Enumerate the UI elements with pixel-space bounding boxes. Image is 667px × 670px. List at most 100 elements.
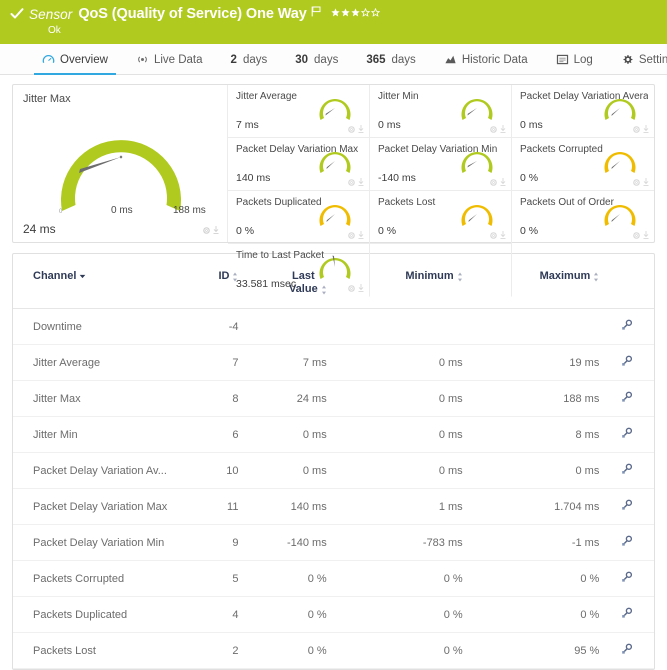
- gauge-tools[interactable]: [490, 125, 506, 133]
- star-filled-icon[interactable]: [341, 8, 350, 17]
- gauge-packet-delay-variation-average[interactable]: Packet Delay Variation Average 0 ms: [512, 85, 654, 138]
- cell-id: 5: [167, 561, 238, 597]
- wrench-icon[interactable]: [621, 319, 633, 331]
- download-icon[interactable]: [500, 231, 506, 239]
- gauge-jitter-min[interactable]: Jitter Min 0 ms: [370, 85, 512, 138]
- cell-channel: Packet Delay Variation Min: [13, 525, 167, 561]
- tab-2-days[interactable]: 2 days: [217, 44, 282, 75]
- gear-icon[interactable]: [348, 179, 355, 186]
- download-icon[interactable]: [500, 178, 506, 186]
- wrench-icon[interactable]: [621, 607, 633, 619]
- download-icon[interactable]: [358, 178, 364, 186]
- star-empty-icon[interactable]: [371, 8, 380, 17]
- gauge-tools[interactable]: [348, 125, 364, 133]
- gear-icon[interactable]: [633, 126, 640, 133]
- gear-icon[interactable]: [490, 126, 497, 133]
- cell-actions[interactable]: [599, 633, 654, 669]
- wrench-icon[interactable]: [621, 391, 633, 403]
- gauge-packets-out-of-order[interactable]: Packets Out of Order 0 %: [512, 191, 654, 244]
- tab-30-days[interactable]: 30 days: [281, 44, 352, 75]
- gauge-tools[interactable]: [633, 231, 649, 239]
- priority-rating[interactable]: [331, 8, 380, 17]
- wrench-icon[interactable]: [621, 643, 633, 655]
- gauge-jitter-average[interactable]: Jitter Average 7 ms: [228, 85, 370, 138]
- wrench-icon[interactable]: [621, 499, 633, 511]
- table-row[interactable]: Jitter Max824 ms0 ms188 ms: [13, 381, 654, 417]
- tab-365-days[interactable]: 365 days: [352, 44, 429, 75]
- table-row[interactable]: Jitter Average77 ms0 ms19 ms: [13, 345, 654, 381]
- flag-icon[interactable]: [311, 6, 321, 17]
- tab-live-data[interactable]: Live Data: [122, 44, 217, 75]
- gear-icon[interactable]: [203, 227, 210, 234]
- wrench-icon[interactable]: [621, 535, 633, 547]
- download-icon[interactable]: [358, 284, 364, 292]
- gauge-icon: [42, 53, 55, 66]
- gauge-tools[interactable]: [348, 284, 364, 292]
- wrench-icon[interactable]: [621, 463, 633, 475]
- table-row[interactable]: Packets Lost20 %0 %95 %: [13, 633, 654, 669]
- gauge-tools[interactable]: [348, 231, 364, 239]
- wrench-icon[interactable]: [621, 427, 633, 439]
- gauge-tools[interactable]: [490, 231, 506, 239]
- wrench-icon[interactable]: [621, 571, 633, 583]
- download-icon[interactable]: [643, 178, 649, 186]
- table-row[interactable]: Jitter Min60 ms0 ms8 ms: [13, 417, 654, 453]
- cell-maximum: 188 ms: [463, 381, 600, 417]
- table-row[interactable]: Packet Delay Variation Max11140 ms1 ms1.…: [13, 489, 654, 525]
- gear-icon[interactable]: [348, 126, 355, 133]
- download-icon[interactable]: [643, 231, 649, 239]
- star-empty-icon[interactable]: [361, 8, 370, 17]
- gear-icon[interactable]: [490, 232, 497, 239]
- gauge-packets-duplicated[interactable]: Packets Duplicated 0 %: [228, 191, 370, 244]
- gauge-packets-lost[interactable]: Packets Lost0 %: [370, 191, 512, 244]
- tab-historic-data[interactable]: Historic Data: [430, 44, 542, 75]
- cell-minimum: 0 %: [327, 561, 463, 597]
- gauge-tools[interactable]: [490, 178, 506, 186]
- download-icon[interactable]: [358, 231, 364, 239]
- gauge-packet-delay-variation-max[interactable]: Packet Delay Variation Max140 ms: [228, 138, 370, 191]
- gauge-tools[interactable]: [633, 178, 649, 186]
- cell-actions[interactable]: [599, 489, 654, 525]
- cell-id: 10: [167, 453, 238, 489]
- download-icon[interactable]: [358, 125, 364, 133]
- gear-icon[interactable]: [633, 232, 640, 239]
- primary-gauge[interactable]: Jitter Max 0 0 ms 188 ms 24 ms: [13, 85, 228, 242]
- download-icon[interactable]: [643, 125, 649, 133]
- cell-minimum: 0 ms: [327, 345, 463, 381]
- star-filled-icon[interactable]: [351, 8, 360, 17]
- gear-icon[interactable]: [348, 232, 355, 239]
- table-row[interactable]: Packet Delay Variation Av...100 ms0 ms0 …: [13, 453, 654, 489]
- gear-icon[interactable]: [633, 179, 640, 186]
- gauge-tools[interactable]: [348, 178, 364, 186]
- th-channel[interactable]: Channel: [13, 254, 167, 309]
- cell-actions[interactable]: [599, 525, 654, 561]
- star-filled-icon[interactable]: [331, 8, 340, 17]
- tab-overview[interactable]: Overview: [28, 44, 122, 75]
- cell-actions[interactable]: [599, 453, 654, 489]
- signal-icon: [136, 53, 149, 66]
- gauge-packet-delay-variation-min[interactable]: Packet Delay Variation Min -140 ms: [370, 138, 512, 191]
- table-row[interactable]: Packets Duplicated40 %0 %0 %: [13, 597, 654, 633]
- cell-actions[interactable]: [599, 561, 654, 597]
- cell-actions[interactable]: [599, 417, 654, 453]
- channels-table: Channel ID LastValue: [13, 254, 654, 669]
- tab-log[interactable]: Log: [542, 44, 607, 75]
- table-row[interactable]: Packets Corrupted50 %0 %0 %: [13, 561, 654, 597]
- download-icon[interactable]: [213, 226, 219, 234]
- gauge-tools[interactable]: [633, 125, 649, 133]
- wrench-icon[interactable]: [621, 355, 633, 367]
- tab-settings[interactable]: Settings: [607, 44, 667, 75]
- cell-minimum: 0 %: [327, 633, 463, 669]
- gauge-packets-corrupted[interactable]: Packets Corrupted 0 %: [512, 138, 654, 191]
- download-icon[interactable]: [500, 125, 506, 133]
- primary-gauge-tools[interactable]: [203, 226, 219, 234]
- gear-icon[interactable]: [348, 285, 355, 292]
- cell-actions[interactable]: [599, 345, 654, 381]
- gear-icon[interactable]: [490, 179, 497, 186]
- gauge-time-to-last-packet[interactable]: Time to Last Packet 33.581 msec: [228, 244, 370, 297]
- cell-actions[interactable]: [599, 309, 654, 345]
- cell-actions[interactable]: [599, 381, 654, 417]
- table-row[interactable]: Packet Delay Variation Min9-140 ms-783 m…: [13, 525, 654, 561]
- table-row[interactable]: Downtime-4: [13, 309, 654, 345]
- cell-actions[interactable]: [599, 597, 654, 633]
